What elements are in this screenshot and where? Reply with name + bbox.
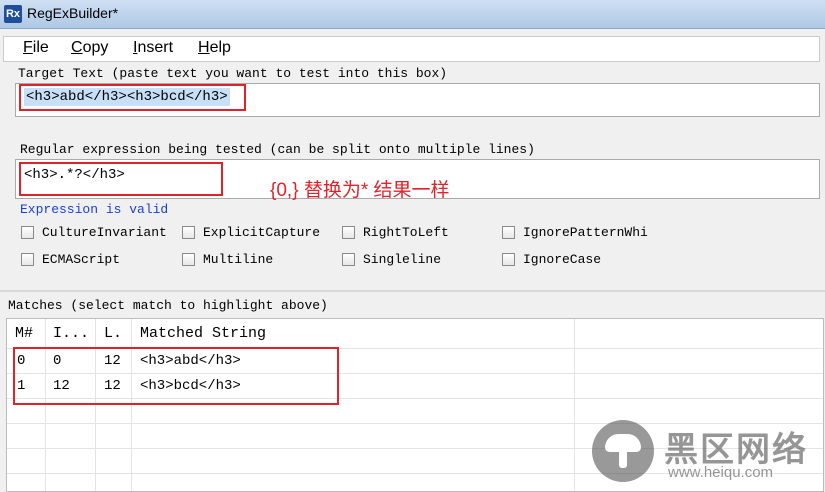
checkbox-explicit-capture[interactable] [182,226,195,239]
regex-label: Regular expression being tested (can be … [20,142,535,157]
option-label: RightToLeft [363,225,449,240]
menu-copy[interactable]: Copy [71,39,108,57]
matches-label: Matches (select match to highlight above… [8,298,328,313]
menu-help[interactable]: Help [198,39,231,57]
menu-bar: File Copy Insert Help [3,36,820,62]
target-highlight-box [19,84,246,111]
option-label: CultureInvariant [42,225,167,240]
checkbox-singleline[interactable] [342,253,355,266]
checkbox-ecmascript[interactable] [21,253,34,266]
option-label: ECMAScript [42,252,121,267]
menu-insert[interactable]: Insert [133,39,173,57]
checkbox-right-to-left[interactable] [342,226,355,239]
grid-column-line [574,319,575,491]
grid-column-line [95,319,96,491]
regex-highlight-box [19,162,223,196]
target-text-label: Target Text (paste text you want to test… [18,66,448,81]
mushroom-logo-icon [592,420,654,482]
option-label: Multiline [203,252,274,267]
watermark: 黑区网络 www.heiqu.com [592,420,822,488]
annotation-text: {0,} 替换为* 结果一样 [270,180,450,201]
splitter[interactable] [0,290,825,292]
option-label: Singleline [363,252,442,267]
menu-file[interactable]: File [23,39,49,57]
title-bar: Rx RegExBuilder* [0,0,825,29]
option-label: IgnorePatternWhi [523,225,648,240]
grid-column-line [45,319,46,491]
option-label: ExplicitCapture [203,225,321,240]
checkbox-culture-invariant[interactable] [21,226,34,239]
expression-status: Expression is valid [20,202,169,217]
column-header-length[interactable]: L. [104,325,122,342]
watermark-url: www.heiqu.com [668,464,774,481]
window-title: RegExBuilder* [27,5,119,21]
app-icon: Rx [4,5,22,23]
column-header-match-number[interactable]: M# [15,325,33,342]
grid-column-line [131,319,132,491]
matches-highlight-box [13,347,339,405]
checkbox-multiline[interactable] [182,253,195,266]
checkbox-ignore-case[interactable] [502,253,515,266]
checkbox-ignore-pattern-whitespace[interactable] [502,226,515,239]
option-label: IgnoreCase [523,252,602,267]
column-header-matched-string[interactable]: Matched String [140,325,266,342]
column-header-index[interactable]: I... [53,325,89,342]
